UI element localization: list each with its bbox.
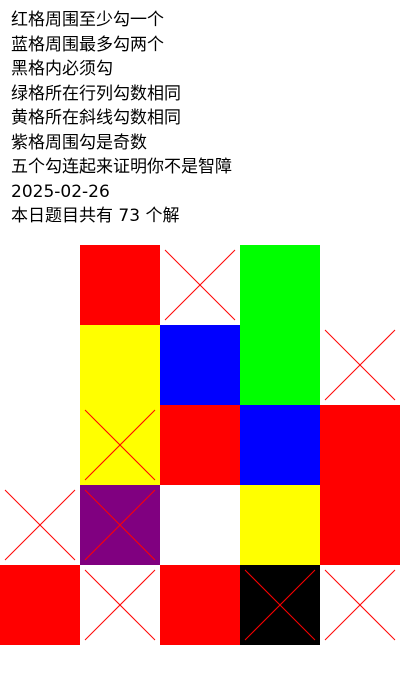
cell-red[interactable] xyxy=(0,565,80,645)
cell-empty-marked[interactable] xyxy=(0,485,80,565)
cell-yellow-marked[interactable] xyxy=(80,405,160,485)
cell-yellow[interactable] xyxy=(240,485,320,565)
cross-mark-icon xyxy=(84,569,156,641)
cell-empty[interactable] xyxy=(0,245,80,325)
cross-mark-icon xyxy=(84,489,156,561)
puzzle-board xyxy=(0,245,400,645)
cell-blue[interactable] xyxy=(240,405,320,485)
cell-green[interactable] xyxy=(240,325,320,405)
cell-empty-marked[interactable] xyxy=(160,245,240,325)
rule-yellow: 黄格所在斜线勾数相同 xyxy=(11,108,181,128)
cell-red[interactable] xyxy=(80,245,160,325)
cell-empty-marked[interactable] xyxy=(80,565,160,645)
cell-empty[interactable] xyxy=(0,325,80,405)
rule-purple: 紫格周围勾是奇数 xyxy=(11,132,147,153)
rules-list: 红格周围至少勾一个 蓝格周围最多勾两个 黑格内必须勾 绿格所在行列勾数相同 黄格… xyxy=(11,8,232,229)
cell-empty[interactable] xyxy=(160,485,240,565)
cell-empty-marked[interactable] xyxy=(320,325,400,405)
cell-empty[interactable] xyxy=(320,245,400,325)
cross-mark-icon xyxy=(324,329,396,401)
cell-empty[interactable] xyxy=(0,405,80,485)
cross-mark-icon xyxy=(324,569,396,641)
cell-purple-marked[interactable] xyxy=(80,485,160,565)
cell-blue[interactable] xyxy=(160,325,240,405)
rule-red: 红格周围至少勾一个 xyxy=(11,10,164,30)
cell-yellow[interactable] xyxy=(80,325,160,405)
cell-red[interactable] xyxy=(320,405,400,485)
cell-red[interactable] xyxy=(160,405,240,485)
cross-mark-icon xyxy=(164,249,236,321)
cell-black-marked[interactable] xyxy=(240,565,320,645)
rule-green: 绿格所在行列勾数相同 xyxy=(11,83,181,104)
rule-connect: 五个勾连起来证明你不是智障 xyxy=(11,157,232,177)
cell-red[interactable] xyxy=(320,485,400,565)
cell-empty-marked[interactable] xyxy=(320,565,400,645)
cross-mark-icon xyxy=(84,409,156,481)
cross-mark-icon xyxy=(4,489,76,561)
solution-count: 本日题目共有 73 个解 xyxy=(11,206,180,226)
rule-blue: 蓝格周围最多勾两个 xyxy=(11,34,164,55)
cell-red[interactable] xyxy=(160,565,240,645)
rule-black: 黑格内必须勾 xyxy=(11,59,113,79)
cross-mark-icon xyxy=(244,569,316,641)
puzzle-date: 2025-02-26 xyxy=(11,181,110,202)
cell-green[interactable] xyxy=(240,245,320,325)
